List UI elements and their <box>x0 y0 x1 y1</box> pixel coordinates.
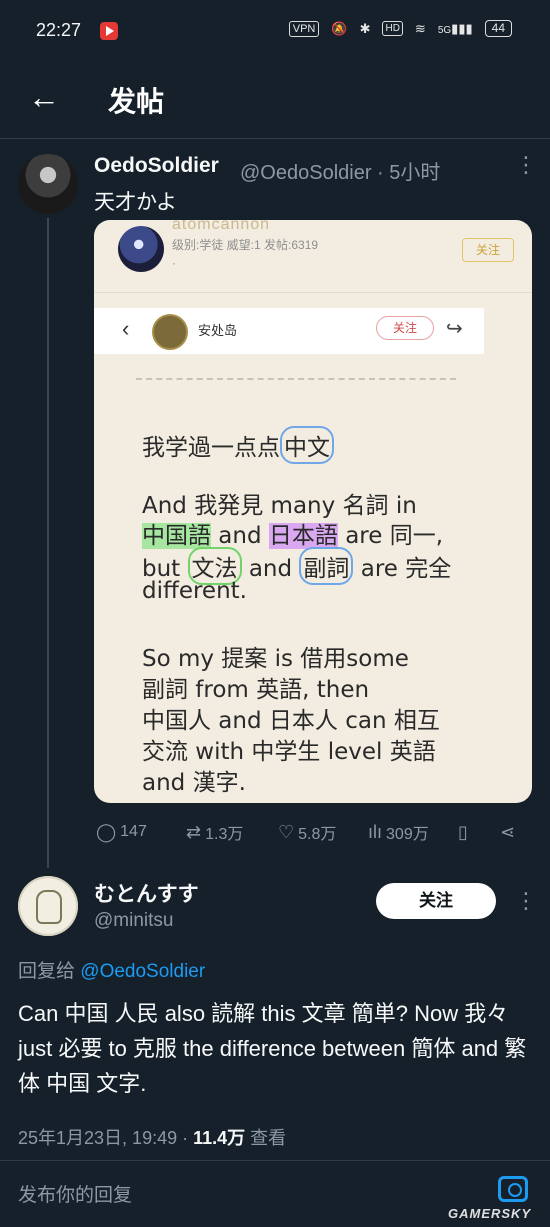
circled-word: 副詞 <box>299 547 354 585</box>
hand-text: and <box>211 523 269 549</box>
image-inner-name: 安处岛 <box>198 323 238 338</box>
share-action[interactable]: ⋖ <box>500 822 515 843</box>
status-icons: VPN 🔕 ✱ HD ≋ 5G▮▮▮ 44 <box>288 20 512 37</box>
watermark-logo: GAMERSKY <box>448 1206 532 1221</box>
handwritten-line-1: 我学過一点点 中文 <box>142 426 334 464</box>
top-header <box>0 62 550 139</box>
reply-author-name[interactable]: むとんすす <box>94 878 199 908</box>
views-icon: ılı <box>368 821 383 842</box>
handwritten-line-3: 中国語 and 日本語 are 同一, <box>142 516 443 550</box>
like-action[interactable]: ♡ 5.8万 <box>278 820 336 844</box>
image-follow-button: 关注 <box>462 238 514 262</box>
hand-text: are 同一, <box>337 523 444 549</box>
reply-composer-input[interactable]: 发布你的回复 <box>18 1180 132 1207</box>
handwritten-line-8: 中国人 and 日本人 can 相互 <box>142 708 440 734</box>
avatar[interactable] <box>18 154 78 214</box>
image-inner-follow: 关注 <box>376 316 434 340</box>
highlighted-word: 中国語 <box>142 523 211 549</box>
handwritten-line-10: and 漢字. <box>142 770 246 796</box>
bookmark-icon: ▯ <box>458 821 468 842</box>
circled-word: 中文 <box>280 426 334 464</box>
thread-line <box>47 218 49 868</box>
image-inner-avatar <box>152 314 188 350</box>
tweet-image[interactable]: atomcannon 级别:学徒 威望:1 发帖:6319 · 关注 ‹ 安处岛… <box>94 220 532 803</box>
battery-icon: 44 <box>484 20 512 37</box>
more-options-icon[interactable]: ⋮ <box>515 888 537 914</box>
hd-indicator: HD <box>382 21 403 36</box>
hand-text: and <box>241 556 300 582</box>
reply-to-label: 回复给 <box>18 961 81 982</box>
vpn-indicator: VPN <box>288 20 320 37</box>
mute-icon: 🔕 <box>331 20 348 36</box>
reply-date: 25年1月23日, 19:49 · <box>18 1128 194 1148</box>
handwritten-line-5: different. <box>142 578 247 604</box>
signal-label: 5G <box>437 24 452 36</box>
author-name[interactable]: OedoSoldier <box>94 154 219 178</box>
wifi-icon: ≋ <box>414 20 426 36</box>
tweet-actions: ◯ 147 ⇄ 1.3万 ♡ 5.8万 ılı 309万 ▯ ⋖ <box>96 820 526 844</box>
camera-icon[interactable] <box>498 1176 528 1202</box>
avatar[interactable] <box>18 876 78 936</box>
views-action[interactable]: ılı 309万 <box>368 820 429 844</box>
status-time: 22:27 <box>36 20 82 40</box>
divider <box>0 1160 550 1161</box>
hand-text: are 完全 <box>353 556 452 582</box>
reply-action[interactable]: ◯ 147 <box>96 822 147 843</box>
page-title: 发帖 <box>108 86 165 117</box>
reply-count: 147 <box>120 823 147 840</box>
image-username: atomcannon <box>172 220 271 233</box>
more-options-icon[interactable]: ⋮ <box>515 152 537 178</box>
reply-view-count: 11.4万 <box>193 1128 246 1148</box>
image-dashed-line <box>136 378 456 380</box>
handwritten-line-9: 交流 with 中学生 level 英語 <box>142 739 436 765</box>
battery-level: 44 <box>491 21 505 35</box>
heart-icon: ♡ <box>278 821 295 842</box>
author-handle-time[interactable]: @OedoSoldier · 5小时 <box>240 156 440 185</box>
image-avatar <box>118 226 164 272</box>
signal-icon: 5G▮▮▮ <box>437 20 473 36</box>
reply-author-handle[interactable]: @minitsu <box>94 910 173 932</box>
retweet-count: 1.3万 <box>205 826 244 843</box>
like-count: 5.8万 <box>298 826 337 843</box>
bluetooth-icon: ✱ <box>359 20 371 36</box>
tweet-text: 天才かよ <box>94 191 177 214</box>
reply-to-line: 回复给 @OedoSoldier <box>18 956 205 983</box>
image-divider <box>94 292 532 293</box>
reply-meta: 25年1月23日, 19:49 · 11.4万 查看 <box>18 1124 286 1150</box>
bookmark-action[interactable]: ▯ <box>458 822 468 843</box>
retweet-icon: ⇄ <box>186 821 202 842</box>
reply-icon: ◯ <box>96 821 117 842</box>
handwritten-line-7: 副詞 from 英語, then <box>142 677 370 703</box>
image-back-icon: ‹ <box>122 316 130 341</box>
highlighted-word: 日本語 <box>268 523 338 549</box>
reply-view-label: 查看 <box>245 1128 287 1148</box>
image-dot: · <box>172 256 176 270</box>
share-icon: ⋖ <box>500 821 516 842</box>
record-icon <box>100 22 118 40</box>
back-arrow-icon[interactable]: ← <box>28 81 60 113</box>
image-meta: 级别:学徒 威望:1 发帖:6319 <box>172 238 319 252</box>
image-share-icon: ↪ <box>446 318 463 340</box>
follow-button[interactable]: 关注 <box>376 883 496 919</box>
reply-text: Can 中国 人民 also 読解 this 文章 簡単? Now 我々 jus… <box>18 1001 527 1096</box>
retweet-action[interactable]: ⇄ 1.3万 <box>186 820 243 844</box>
reply-mention-link[interactable]: @OedoSoldier <box>80 961 205 982</box>
view-count: 309万 <box>386 826 429 843</box>
hand-text: 我学過一点点 <box>142 435 280 461</box>
handwritten-line-6: So my 提案 is 借用some <box>142 646 409 672</box>
handwritten-line-2: And 我発見 many 名詞 in <box>142 493 417 519</box>
